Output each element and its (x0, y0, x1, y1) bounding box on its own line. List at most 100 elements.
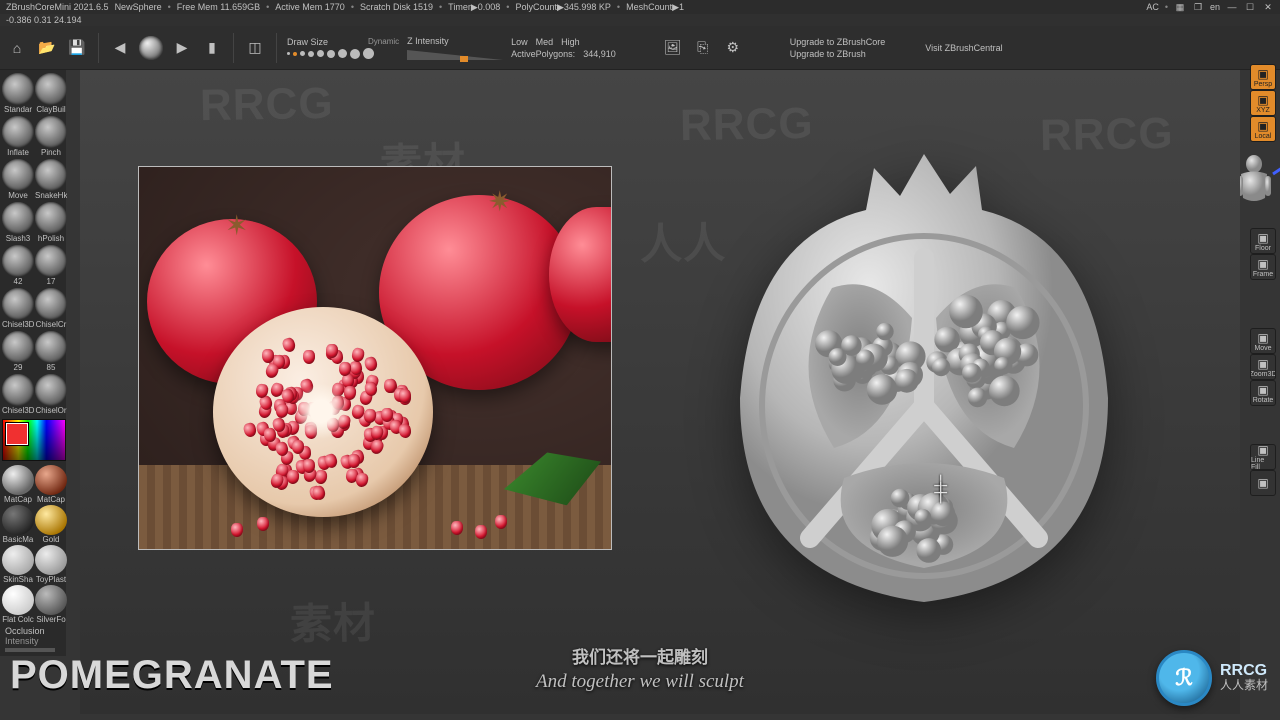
brush-snakehk[interactable] (35, 159, 67, 191)
window-icon[interactable]: ❐ (1192, 2, 1204, 13)
quality-high[interactable]: High (561, 37, 580, 47)
home-icon[interactable]: ⌂ (6, 37, 28, 59)
brush-label: 17 (35, 277, 67, 286)
occlusion-label[interactable]: Occlusion (5, 626, 61, 636)
symmetry-icon[interactable]: ◫ (244, 37, 266, 59)
material-label: Flat Colc (2, 615, 34, 624)
material-label: MatCap (35, 495, 67, 504)
active-polys-label: ActivePolygons: (511, 49, 575, 59)
brush-chiselor[interactable] (35, 374, 67, 406)
material-basicma[interactable] (2, 505, 34, 535)
dynamic-label: Dynamic (368, 37, 399, 47)
draw-size-slider[interactable] (287, 49, 399, 59)
brush-cursor-icon: ┼┼ (934, 482, 944, 496)
rbtn-icon[interactable]: ▣ (1250, 470, 1276, 496)
color-picker[interactable] (2, 419, 66, 461)
brush-move[interactable] (2, 159, 34, 191)
brush-label: ChiselCr (35, 320, 67, 329)
logo-text: RRCG (1220, 664, 1268, 678)
export-icon[interactable]: ⎘ (692, 37, 714, 59)
brush-claybuil[interactable] (35, 73, 67, 105)
material-label: MatCap (2, 495, 34, 504)
quality-med[interactable]: Med (536, 37, 554, 47)
material-label: SkinSha (2, 575, 34, 584)
intensity-slider[interactable] (5, 648, 55, 652)
material-matcap[interactable] (2, 465, 34, 495)
material-toyplast[interactable] (35, 545, 67, 575)
rbtn-local[interactable]: ▣Local (1250, 116, 1276, 142)
lang-label[interactable]: en (1210, 2, 1220, 12)
video-title: POMEGRANATE (10, 653, 334, 698)
logo-sub: 人人素材 (1220, 678, 1268, 692)
main-toolbar: ⌂ 📂 💾 ◀ ▶ ▮ ◫ Draw Size Dynamic Z Intens… (0, 26, 1280, 70)
rbtn-zoom3d[interactable]: ▣Zoom3D (1250, 354, 1276, 380)
link-upgrade-core[interactable]: Upgrade to ZBrushCore (790, 37, 886, 47)
image-icon[interactable]: 🖼 (662, 37, 684, 59)
maximize-icon[interactable]: ☐ (1244, 2, 1256, 13)
ac-indicator: AC (1146, 2, 1159, 12)
watermark: RRCG (680, 99, 814, 151)
brush-hpolish[interactable] (35, 202, 67, 234)
viewport[interactable]: RRCG 素材 人人 RRCG 素材 RRCG ✶ ✷ (80, 70, 1240, 714)
material-silverfo[interactable] (35, 585, 67, 615)
z-intensity-slider[interactable] (407, 50, 503, 60)
active-polys-value: 344,910 (583, 49, 616, 59)
material-label: ToyPlast (35, 575, 67, 584)
watermark: 人人 (639, 209, 726, 271)
left-palette: StandarClayBuilInflatePinchMoveSnakeHkSl… (0, 70, 66, 656)
brush-chiselcr[interactable] (35, 288, 67, 320)
title-bar: ZBrushCoreMini 2021.6.5 NewSphere• Free … (0, 0, 1280, 14)
material-flat colc[interactable] (2, 585, 34, 615)
brush-standar[interactable] (2, 73, 34, 105)
brush-chisel3d[interactable] (2, 288, 34, 320)
rbtn-rotate[interactable]: ▣Rotate (1250, 380, 1276, 406)
brush-17[interactable] (35, 245, 67, 277)
chevron-right-icon[interactable]: ▶ (171, 37, 193, 59)
rbtn-xyz[interactable]: ▣XYZ (1250, 90, 1276, 116)
brush-pinch[interactable] (35, 116, 67, 148)
material-skinsha[interactable] (2, 545, 34, 575)
close-icon[interactable]: ✕ (1262, 2, 1274, 13)
quality-low[interactable]: Low (511, 37, 528, 47)
brush-label: hPolish (35, 234, 67, 243)
timer: Timer▶0.008 (448, 2, 500, 13)
link-visit-central[interactable]: Visit ZBrushCentral (925, 43, 1002, 53)
brush-label: Move (2, 191, 34, 200)
layout-icon[interactable]: ▦ (1174, 2, 1186, 13)
brush-29[interactable] (2, 331, 34, 363)
brush-label: 29 (2, 363, 34, 372)
primitive-sphere[interactable] (139, 36, 163, 60)
minimize-icon[interactable]: — (1226, 2, 1238, 12)
save-icon[interactable]: 💾 (66, 37, 88, 59)
brush-label: Pinch (35, 148, 67, 157)
settings-icon[interactable]: ⚙ (722, 37, 744, 59)
logo-badge: ℛ (1156, 650, 1212, 706)
subtitle-cn: 我们还将一起雕刻 (536, 646, 744, 670)
open-icon[interactable]: 📂 (36, 37, 58, 59)
z-intensity-label: Z Intensity (407, 36, 503, 46)
material-gold[interactable] (35, 505, 67, 535)
brush-label: Slash3 (2, 234, 34, 243)
append-icon[interactable]: ▮ (201, 37, 223, 59)
meshcount: MeshCount▶1 (626, 2, 684, 13)
brush-42[interactable] (2, 245, 34, 277)
brush-85[interactable] (35, 331, 67, 363)
brush-slash3[interactable] (2, 202, 34, 234)
brush-label: Standar (2, 105, 34, 114)
brush-inflate[interactable] (2, 116, 34, 148)
brush-chisel3d[interactable] (2, 374, 34, 406)
rbtn-line fill[interactable]: ▣Line Fill (1250, 444, 1276, 470)
material-matcap[interactable] (35, 465, 67, 495)
rbtn-move[interactable]: ▣Move (1250, 328, 1276, 354)
rbtn-floor[interactable]: ▣Floor (1250, 228, 1276, 254)
brush-label: 85 (35, 363, 67, 372)
polycount: PolyCount▶345.998 KP (515, 2, 610, 13)
reference-image[interactable]: ✶ ✷ (138, 166, 612, 550)
intensity-label: Intensity (5, 636, 61, 646)
link-upgrade-zbrush[interactable]: Upgrade to ZBrush (790, 49, 886, 59)
material-label: BasicMa (2, 535, 34, 544)
rbtn-frame[interactable]: ▣Frame (1250, 254, 1276, 280)
rbtn-persp[interactable]: ▣Persp (1250, 64, 1276, 90)
watermark: 素材 (289, 589, 376, 651)
chevron-left-icon[interactable]: ◀ (109, 37, 131, 59)
